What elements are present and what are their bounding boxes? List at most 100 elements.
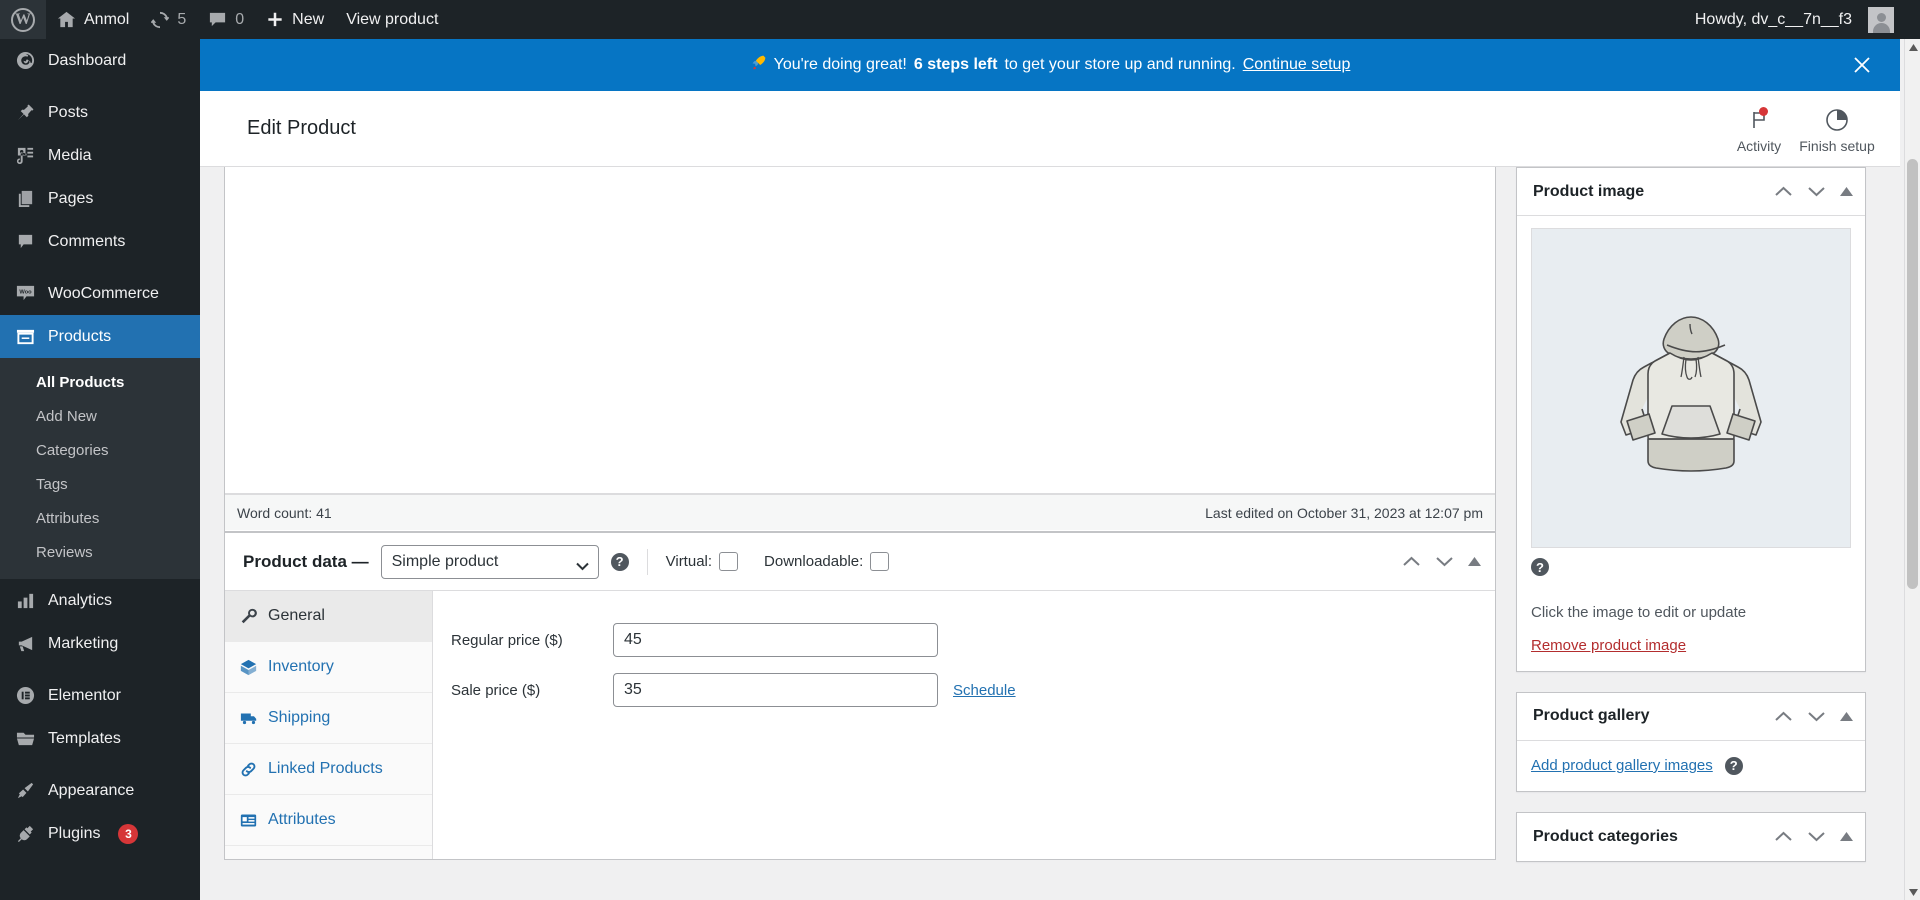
sidebar-item-dashboard[interactable]: Dashboard: [0, 39, 200, 82]
product-gallery-help-tip-icon[interactable]: ?: [1724, 756, 1743, 775]
divider: [646, 548, 648, 575]
banner-steps-left: 6 steps left: [913, 56, 998, 73]
move-down-icon[interactable]: [1807, 185, 1826, 198]
tab-general[interactable]: General: [225, 591, 432, 642]
submenu-item-all-products[interactable]: All Products: [0, 366, 200, 400]
comments-menu[interactable]: 0: [197, 0, 255, 39]
editor-content-area[interactable]: [225, 167, 1495, 494]
tab-label: General: [268, 607, 325, 624]
finish-setup-label: Finish setup: [1799, 138, 1875, 154]
tab-label: Shipping: [268, 709, 331, 726]
sidebar-item-pages[interactable]: Pages: [0, 177, 200, 220]
sale-price-label: Sale price ($): [451, 681, 541, 699]
sale-price-input[interactable]: [613, 673, 938, 707]
toggle-panel-icon[interactable]: [1840, 711, 1853, 721]
sidebar-item-woocommerce[interactable]: Woo WooCommerce: [0, 272, 200, 315]
sidebar-item-label: Products: [48, 327, 112, 345]
submenu-item-attributes[interactable]: Attributes: [0, 502, 200, 536]
downloadable-checkbox[interactable]: [870, 552, 890, 571]
wp-admin-bar: W Anmol 5 0 New View product Howdy, dv_c…: [0, 0, 1920, 39]
tab-attributes[interactable]: Attributes: [225, 795, 432, 846]
new-content-menu[interactable]: New: [255, 0, 335, 39]
content-area: Word count: 41 Last edited on October 31…: [200, 167, 1900, 900]
sale-price-row: Sale price ($) Schedule: [433, 665, 1495, 715]
regular-price-input[interactable]: [613, 623, 938, 657]
product-type-select[interactable]: Simple product Grouped product External/…: [380, 544, 599, 579]
sidebar-item-marketing[interactable]: Marketing: [0, 622, 200, 665]
virtual-checkbox[interactable]: [719, 552, 739, 571]
view-product-label: View product: [346, 10, 439, 28]
tab-label: Inventory: [268, 658, 334, 675]
tab-inventory[interactable]: Inventory: [225, 642, 432, 693]
product-data-tabs: General Inventory Shipping Linked Produc…: [225, 591, 433, 859]
site-name-label: Anmol: [84, 10, 130, 28]
toggle-panel-icon[interactable]: [1840, 832, 1853, 841]
add-product-gallery-images-link[interactable]: Add product gallery images: [1531, 757, 1713, 774]
product-categories-title: Product categories: [1533, 827, 1678, 845]
product-gallery-inside: Add product gallery images ?: [1517, 741, 1865, 791]
product-image-thumbnail[interactable]: [1531, 228, 1851, 548]
postbox-order-controls: [1774, 710, 1853, 723]
sidebar-item-media[interactable]: Media: [0, 134, 200, 177]
progress-pie-icon: [1824, 107, 1850, 133]
move-down-icon[interactable]: [1807, 710, 1826, 723]
woocommerce-page-header: Edit Product Activity Finish setup: [200, 91, 1900, 167]
submenu-item-reviews[interactable]: Reviews: [0, 536, 200, 570]
primary-column: Word count: 41 Last edited on October 31…: [224, 167, 1496, 900]
sidebar-item-label: Plugins: [48, 824, 101, 842]
sidebar-item-plugins[interactable]: Plugins 3: [0, 812, 200, 855]
sidebar-item-elementor[interactable]: Elementor: [0, 674, 200, 717]
page-scrollbar[interactable]: [1904, 39, 1920, 900]
view-product-link[interactable]: View product: [335, 0, 449, 39]
submenu-item-tags[interactable]: Tags: [0, 468, 200, 502]
continue-setup-link[interactable]: Continue setup: [1243, 56, 1351, 74]
comment-bubble-icon: [208, 10, 227, 29]
tab-linked-products[interactable]: Linked Products: [225, 744, 432, 795]
templates-folder-icon: [14, 728, 36, 750]
appearance-brush-icon: [14, 780, 36, 802]
toggle-panel-icon[interactable]: [1840, 187, 1853, 196]
remove-product-image-link[interactable]: Remove product image: [1531, 637, 1686, 654]
howdy-label: Howdy, dv_c__7n__f3: [1694, 10, 1852, 28]
sidebar-item-appearance[interactable]: Appearance: [0, 769, 200, 812]
wp-logo-menu[interactable]: W: [0, 0, 46, 39]
product-categories-postbox: Product categories: [1516, 811, 1866, 862]
activity-panel-button[interactable]: Activity: [1720, 103, 1798, 154]
move-up-icon[interactable]: [1774, 185, 1793, 198]
sidebar-item-posts[interactable]: Posts: [0, 91, 200, 134]
toggle-panel-icon[interactable]: [1468, 557, 1481, 566]
page-scrollbar-thumb[interactable]: [1907, 159, 1918, 589]
move-up-icon[interactable]: [1774, 710, 1793, 723]
comments-icon: [14, 231, 36, 253]
finish-setup-button[interactable]: Finish setup: [1798, 103, 1876, 154]
postbox-order-controls: [1402, 555, 1481, 568]
downloadable-checkbox-row[interactable]: Downloadable:: [764, 552, 890, 571]
menu-separator: [0, 760, 200, 769]
submenu-item-categories[interactable]: Categories: [0, 434, 200, 468]
move-down-icon[interactable]: [1807, 830, 1826, 843]
product-image-help-tip-icon[interactable]: ?: [1531, 558, 1549, 576]
product-gallery-header: Product gallery: [1517, 693, 1865, 741]
sidebar-item-comments[interactable]: Comments: [0, 220, 200, 263]
product-type-help-tip-icon[interactable]: ?: [610, 552, 629, 571]
banner-text-before: You're doing great!: [773, 56, 907, 73]
sidebar-item-analytics[interactable]: Analytics: [0, 579, 200, 622]
sidebar-item-label: Marketing: [48, 634, 119, 652]
store-setup-message: You're doing great! 6 steps left to get …: [750, 54, 1351, 76]
move-up-icon[interactable]: [1402, 555, 1421, 568]
site-name-menu[interactable]: Anmol: [46, 0, 140, 39]
scroll-down-arrow-icon[interactable]: [1905, 884, 1920, 900]
updates-menu[interactable]: 5: [140, 0, 197, 39]
sidebar-item-products[interactable]: Products: [0, 315, 200, 358]
submenu-item-add-new[interactable]: Add New: [0, 400, 200, 434]
virtual-checkbox-row[interactable]: Virtual:: [665, 552, 739, 571]
move-down-icon[interactable]: [1435, 555, 1454, 568]
schedule-sale-link[interactable]: Schedule: [953, 682, 1016, 699]
virtual-label: Virtual:: [665, 553, 713, 570]
sidebar-item-templates[interactable]: Templates: [0, 717, 200, 760]
tab-shipping[interactable]: Shipping: [225, 693, 432, 744]
my-account-menu[interactable]: Howdy, dv_c__7n__f3: [1684, 0, 1920, 39]
scroll-up-arrow-icon[interactable]: [1905, 39, 1920, 55]
close-icon[interactable]: [1842, 39, 1882, 91]
move-up-icon[interactable]: [1774, 830, 1793, 843]
